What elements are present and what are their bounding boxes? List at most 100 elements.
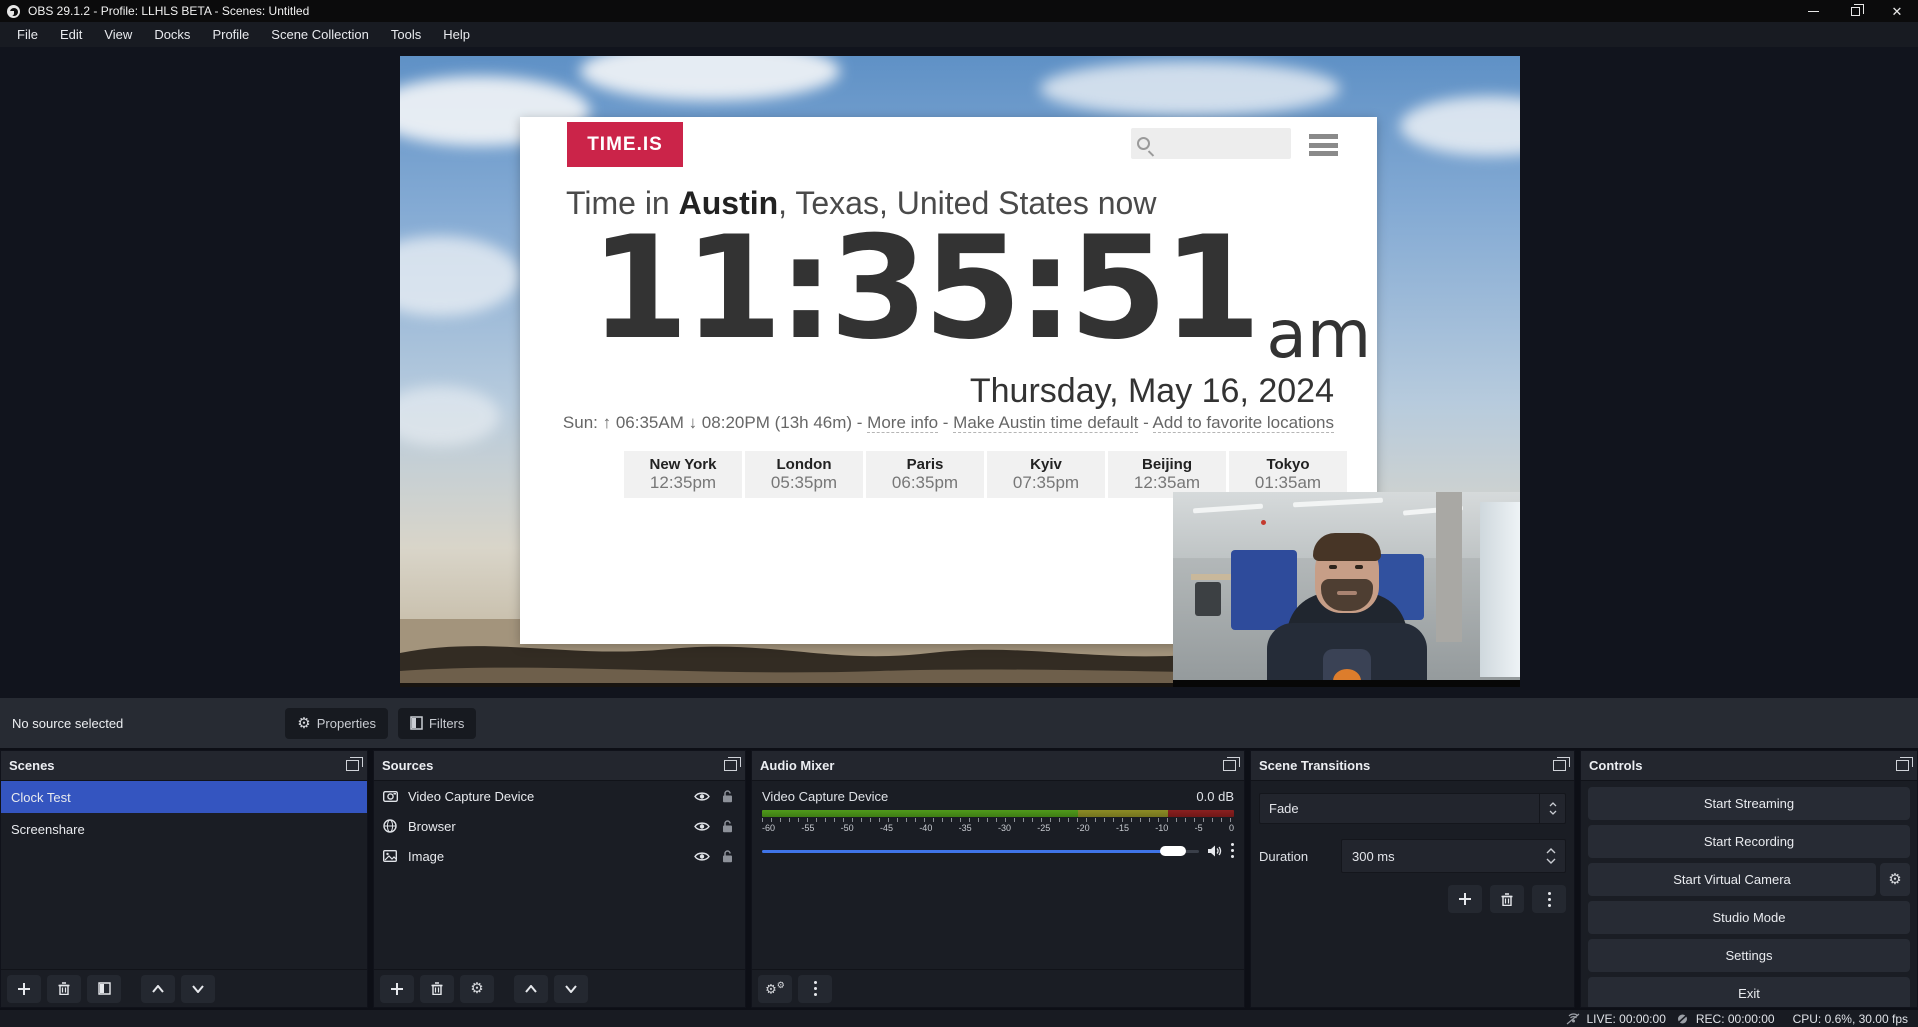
menu-view[interactable]: View bbox=[93, 22, 143, 47]
lock-icon[interactable] bbox=[722, 850, 733, 863]
no-source-label: No source selected bbox=[12, 716, 123, 731]
volume-slider[interactable] bbox=[762, 844, 1199, 858]
source-item-browser[interactable]: Browser bbox=[374, 811, 745, 841]
cpu-fps-stats: CPU: 0.6%, 30.00 fps bbox=[1793, 1012, 1908, 1026]
menu-profile[interactable]: Profile bbox=[201, 22, 260, 47]
concrete-column bbox=[1436, 492, 1462, 642]
menu-scene-collection[interactable]: Scene Collection bbox=[260, 22, 380, 47]
gear-icon: ⚙ bbox=[1888, 872, 1901, 887]
remove-transition-button[interactable] bbox=[1490, 885, 1524, 913]
popout-icon[interactable] bbox=[724, 760, 737, 771]
more-info-link[interactable]: More info bbox=[867, 413, 938, 433]
chevron-up-icon bbox=[1549, 802, 1557, 807]
timeis-search-box[interactable] bbox=[1131, 128, 1291, 159]
eye-icon[interactable] bbox=[694, 821, 710, 832]
menu-file[interactable]: File bbox=[6, 22, 49, 47]
source-down-button[interactable] bbox=[554, 975, 588, 1003]
transition-menu-button[interactable] bbox=[1532, 885, 1566, 913]
vu-meter bbox=[762, 810, 1234, 817]
properties-button[interactable]: ⚙ Properties bbox=[285, 708, 388, 739]
world-clock-newyork[interactable]: New York 12:35pm bbox=[624, 451, 742, 498]
transition-select[interactable]: Fade bbox=[1259, 793, 1566, 824]
world-clock-kyiv[interactable]: Kyiv 07:35pm bbox=[987, 451, 1105, 498]
add-source-button[interactable] bbox=[380, 975, 414, 1003]
sources-dock-header[interactable]: Sources bbox=[374, 751, 745, 781]
vu-scale-labels: -60-55-50-45-40-35-30-25-20-15-10-50 bbox=[762, 823, 1234, 833]
popout-icon[interactable] bbox=[1553, 760, 1566, 771]
duration-value: 300 ms bbox=[1352, 849, 1395, 864]
webcam-letterbox bbox=[1173, 680, 1520, 687]
restore-button[interactable] bbox=[1834, 0, 1876, 22]
obs-window: OBS 29.1.2 - Profile: LLHLS BETA - Scene… bbox=[0, 0, 1918, 1027]
virtual-camera-settings-button[interactable]: ⚙ bbox=[1880, 863, 1910, 896]
popout-icon[interactable] bbox=[346, 760, 359, 771]
close-button[interactable]: ✕ bbox=[1876, 0, 1918, 22]
scene-item-clock-test[interactable]: Clock Test bbox=[1, 781, 367, 813]
popout-icon[interactable] bbox=[1896, 760, 1909, 771]
cloud-decor bbox=[400, 386, 500, 446]
start-recording-button[interactable]: Start Recording bbox=[1588, 825, 1910, 858]
eye-icon[interactable] bbox=[694, 851, 710, 862]
volume-slider-handle[interactable] bbox=[1160, 846, 1186, 856]
filters-button[interactable]: Filters bbox=[398, 708, 476, 739]
lock-icon[interactable] bbox=[722, 790, 733, 803]
kebab-menu-icon bbox=[814, 981, 817, 996]
current-time: 11:35:51 bbox=[590, 218, 1256, 360]
menu-docks[interactable]: Docks bbox=[143, 22, 201, 47]
cloud-decor bbox=[1040, 61, 1340, 116]
scene-item-screenshare[interactable]: Screenshare bbox=[1, 813, 367, 845]
remove-source-button[interactable] bbox=[420, 975, 454, 1003]
add-favorite-link[interactable]: Add to favorite locations bbox=[1153, 413, 1334, 433]
source-item-image[interactable]: Image bbox=[374, 841, 745, 871]
search-input[interactable] bbox=[1150, 136, 1270, 152]
source-up-button[interactable] bbox=[514, 975, 548, 1003]
filters-icon bbox=[410, 716, 423, 730]
add-transition-button[interactable] bbox=[1448, 885, 1482, 913]
scene-filters-button[interactable] bbox=[87, 975, 121, 1003]
add-scene-button[interactable] bbox=[7, 975, 41, 1003]
studio-mode-button[interactable]: Studio Mode bbox=[1588, 901, 1910, 934]
mixer-channel-menu-button[interactable] bbox=[1231, 843, 1234, 858]
eye-icon[interactable] bbox=[694, 791, 710, 802]
camera-icon bbox=[382, 788, 398, 804]
scene-transitions-dock-header[interactable]: Scene Transitions bbox=[1251, 751, 1574, 781]
mixer-channel-name: Video Capture Device bbox=[762, 789, 888, 804]
world-clock-beijing[interactable]: Beijing 12:35am bbox=[1108, 451, 1226, 498]
menu-tools[interactable]: Tools bbox=[380, 22, 432, 47]
timeis-logo[interactable]: TIME.IS bbox=[567, 122, 683, 167]
mixer-menu-button[interactable] bbox=[798, 975, 832, 1003]
world-clock-london[interactable]: London 05:35pm bbox=[745, 451, 863, 498]
remove-scene-button[interactable] bbox=[47, 975, 81, 1003]
minimize-button[interactable] bbox=[1792, 0, 1834, 22]
controls-dock-header[interactable]: Controls bbox=[1581, 751, 1917, 781]
popout-icon[interactable] bbox=[1223, 760, 1236, 771]
advanced-audio-button[interactable]: ⚙⚙ bbox=[758, 975, 792, 1003]
webcam-overlay[interactable] bbox=[1173, 492, 1520, 687]
world-clock-tokyo[interactable]: Tokyo 01:35am bbox=[1229, 451, 1347, 498]
source-item-video-capture[interactable]: Video Capture Device bbox=[374, 781, 745, 811]
audio-mixer-dock: Audio Mixer Video Capture Device 0.0 dB … bbox=[751, 750, 1245, 1008]
world-clock-paris[interactable]: Paris 06:35pm bbox=[866, 451, 984, 498]
chevron-up-icon bbox=[152, 985, 164, 993]
menu-edit[interactable]: Edit bbox=[49, 22, 93, 47]
mixer-channel: Video Capture Device 0.0 dB -60-55-50-45… bbox=[752, 781, 1244, 858]
audio-mixer-toolbar: ⚙⚙ bbox=[752, 969, 1244, 1007]
scene-canvas[interactable]: TIME.IS Time in Austin, Texas, United St… bbox=[400, 56, 1520, 687]
hamburger-menu-icon[interactable] bbox=[1309, 134, 1338, 156]
speaker-icon[interactable] bbox=[1207, 844, 1223, 858]
scene-up-button[interactable] bbox=[141, 975, 175, 1003]
plus-icon bbox=[18, 983, 30, 995]
source-properties-button[interactable]: ⚙ bbox=[460, 975, 494, 1003]
exit-button[interactable]: Exit bbox=[1588, 977, 1910, 1007]
search-icon bbox=[1137, 137, 1150, 150]
make-default-link[interactable]: Make Austin time default bbox=[953, 413, 1138, 433]
scene-down-button[interactable] bbox=[181, 975, 215, 1003]
start-virtual-camera-button[interactable]: Start Virtual Camera bbox=[1588, 863, 1876, 896]
settings-button[interactable]: Settings bbox=[1588, 939, 1910, 972]
start-streaming-button[interactable]: Start Streaming bbox=[1588, 787, 1910, 820]
scenes-dock-header[interactable]: Scenes bbox=[1, 751, 367, 781]
duration-spinbox[interactable]: 300 ms bbox=[1341, 839, 1566, 873]
lock-icon[interactable] bbox=[722, 820, 733, 833]
audio-mixer-dock-header[interactable]: Audio Mixer bbox=[752, 751, 1244, 781]
menu-help[interactable]: Help bbox=[432, 22, 481, 47]
